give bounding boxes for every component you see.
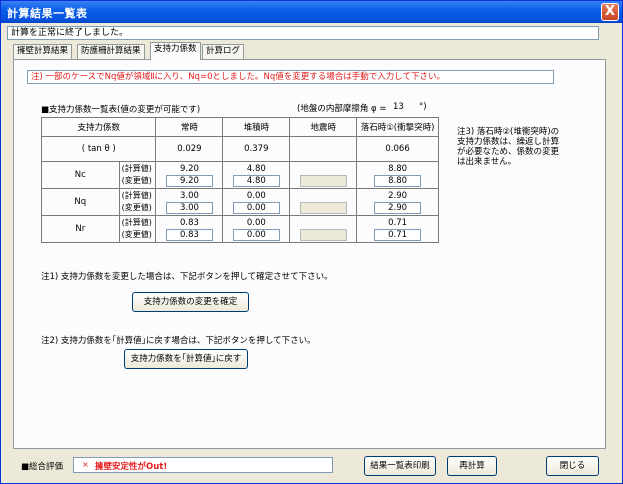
warning-message: 注) 一部のケースでNq値が領域Ⅱに入り、Nq=0としました。Nq値を変更する場… [27, 70, 554, 84]
header-deposition: 堆積時 [222, 117, 291, 137]
nc-deposition-input[interactable]: 4.80 [232, 175, 280, 187]
nc-deposition-calc: 4.80 [246, 164, 266, 174]
changed-label: (変更値) [121, 203, 152, 212]
evaluation-label: ■総合評価 [21, 462, 64, 472]
table-title: ■支持力係数一覧表(値の変更が可能です) [41, 105, 201, 115]
tan-label: ( tan θ ) [40, 136, 157, 162]
fail-icon: × [82, 460, 89, 469]
calc-label: (計算値) [121, 191, 152, 200]
confirm-coefficients-button[interactable]: 支持力係数の変更を確定 [132, 292, 249, 312]
table-row-nq: Nq (計算値) (変更値) 3.00 3.00 0.00 0.00 2.90 … [41, 188, 439, 216]
header-normal: 常時 [155, 117, 224, 137]
tab-calc-log[interactable]: 計算ログ [202, 44, 245, 59]
note-reset: 注2) 支持力係数を｢計算値｣に戻す場合は、下記ボタンを押して下さい。 [41, 336, 316, 346]
table-row-nr: Nr (計算値) (変更値) 0.83 0.83 0.00 0.00 0.71 … [41, 215, 439, 243]
note-confirm: 注1) 支持力係数を変更した場合は、下記ボタンを押して確定させて下さい。 [41, 272, 333, 282]
tan-normal: 0.029 [155, 136, 224, 162]
nq-symbol: Nq [41, 188, 120, 216]
bearing-coefficient-table: 支持力係数 常時 堆積時 地震時 落石時①(衝撃突時) ( tan θ ) 0.… [40, 117, 439, 243]
changed-label: (変更値) [121, 230, 152, 239]
nc-earthquake-calc [290, 163, 356, 175]
nr-deposition-calc: 0.00 [246, 218, 266, 228]
header-earthquake: 地震時 [289, 117, 358, 137]
nr-rockfall-calc: 0.71 [388, 218, 408, 228]
nq-rockfall-calc: 2.90 [388, 191, 408, 201]
nc-earthquake-input [299, 175, 347, 187]
status-message: 計算を正常に終了しました。 [7, 26, 599, 40]
nc-rockfall-input[interactable]: 8.80 [374, 175, 422, 187]
changed-label: (変更値) [121, 176, 152, 185]
nq-earthquake-calc [290, 190, 356, 202]
reset-coefficients-button[interactable]: 支持力係数を｢計算値｣に戻す [124, 349, 248, 369]
table-row-tan: ( tan θ ) 0.029 0.379 0.066 [40, 136, 439, 162]
recalculate-button[interactable]: 再計算 [447, 456, 497, 476]
nq-earthquake-input [299, 202, 347, 214]
evaluation-box: × 擁壁安定性がOut! [73, 457, 333, 473]
nq-normal-input[interactable]: 3.00 [165, 202, 213, 214]
calc-label: (計算値) [121, 164, 152, 173]
friction-angle-unit: °) [419, 102, 427, 112]
window-title: 計算結果一覧表 [7, 7, 88, 20]
nq-deposition-input[interactable]: 0.00 [232, 202, 280, 214]
tan-deposition: 0.379 [222, 136, 291, 162]
nr-earthquake-calc [290, 217, 356, 229]
table-row-nc: Nc (計算値) (変更値) 9.20 9.20 4.80 4.80 8.80 … [41, 161, 439, 189]
tab-fence-results[interactable]: 防護柵計算結果 [77, 44, 145, 59]
header-coefficient: 支持力係数 [40, 117, 157, 137]
tab-bearing-coefficients[interactable]: 支持力係数 [150, 42, 201, 60]
tab-wall-results[interactable]: 擁壁計算結果 [13, 44, 73, 59]
nr-earthquake-input [299, 229, 347, 241]
nr-rockfall-input[interactable]: 0.71 [374, 229, 422, 241]
close-window-button[interactable]: X [601, 3, 619, 21]
friction-angle-label: (地盤の内部摩擦角 φ = [297, 104, 387, 114]
nr-symbol: Nr [41, 215, 120, 243]
nr-deposition-input[interactable]: 0.00 [232, 229, 280, 241]
nc-rockfall-calc: 8.80 [388, 164, 408, 174]
nc-normal-input[interactable]: 9.20 [165, 175, 213, 187]
results-window: 計算結果一覧表 X 計算を正常に終了しました。 擁壁計算結果 防護柵計算結果 支… [0, 0, 623, 484]
close-button[interactable]: 閉じる [546, 456, 599, 476]
nq-deposition-calc: 0.00 [246, 191, 266, 201]
print-results-button[interactable]: 結果一覧表印刷 [364, 456, 436, 476]
title-bar[interactable]: 計算結果一覧表 X [1, 1, 622, 23]
nq-rockfall-input[interactable]: 2.90 [374, 202, 422, 214]
evaluation-result: 擁壁安定性がOut! [95, 462, 168, 472]
nr-normal-calc: 0.83 [179, 218, 199, 228]
header-rockfall: 落石時①(衝撃突時) [356, 117, 439, 137]
note-rockfall: 注3) 落石時②(堆衝突時)の支持力係数は、繰返し計算が必要なため、係数の変更は… [457, 127, 560, 167]
friction-angle-value: 13 [393, 102, 404, 112]
nc-symbol: Nc [41, 161, 120, 189]
tan-earthquake [289, 136, 358, 162]
calc-label: (計算値) [121, 218, 152, 227]
tan-rockfall: 0.066 [356, 136, 439, 162]
nq-normal-calc: 3.00 [179, 191, 199, 201]
nc-normal-calc: 9.20 [179, 164, 199, 174]
nr-normal-input[interactable]: 0.83 [165, 229, 213, 241]
close-icon: X [604, 4, 616, 19]
